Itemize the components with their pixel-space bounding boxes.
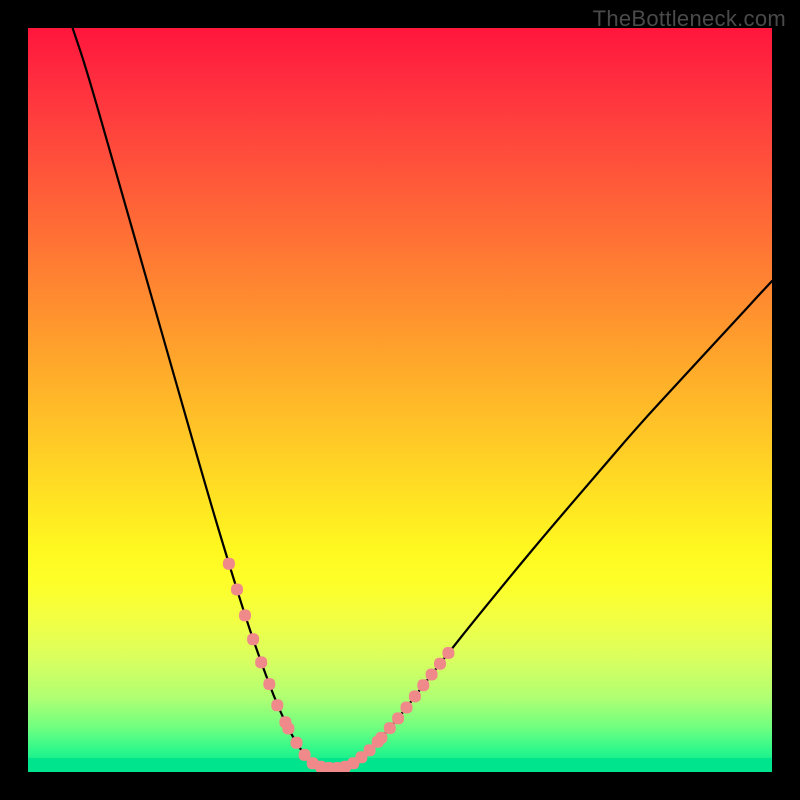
curve-markers — [223, 558, 455, 772]
watermark-text: TheBottleneck.com — [593, 6, 786, 32]
curve-marker — [263, 678, 275, 690]
curve-marker — [417, 679, 429, 691]
curve-marker — [401, 702, 413, 714]
curve-line — [73, 28, 772, 768]
curve-marker — [239, 609, 251, 621]
curve-marker — [409, 690, 421, 702]
curve-marker — [247, 633, 259, 645]
curve-marker — [282, 723, 294, 735]
plot-area — [28, 28, 772, 772]
curve-marker — [291, 737, 303, 749]
curve-marker — [426, 669, 438, 681]
curve-marker — [434, 658, 446, 670]
curve-marker — [231, 584, 243, 596]
curve-marker — [271, 699, 283, 711]
curve-marker — [223, 558, 235, 570]
curve-marker — [442, 647, 454, 659]
curve-marker — [392, 712, 404, 724]
chart-frame: TheBottleneck.com — [0, 0, 800, 800]
curve-marker — [384, 722, 396, 734]
curve-svg — [28, 28, 772, 772]
curve-marker — [255, 656, 267, 668]
curve-marker — [375, 732, 387, 744]
